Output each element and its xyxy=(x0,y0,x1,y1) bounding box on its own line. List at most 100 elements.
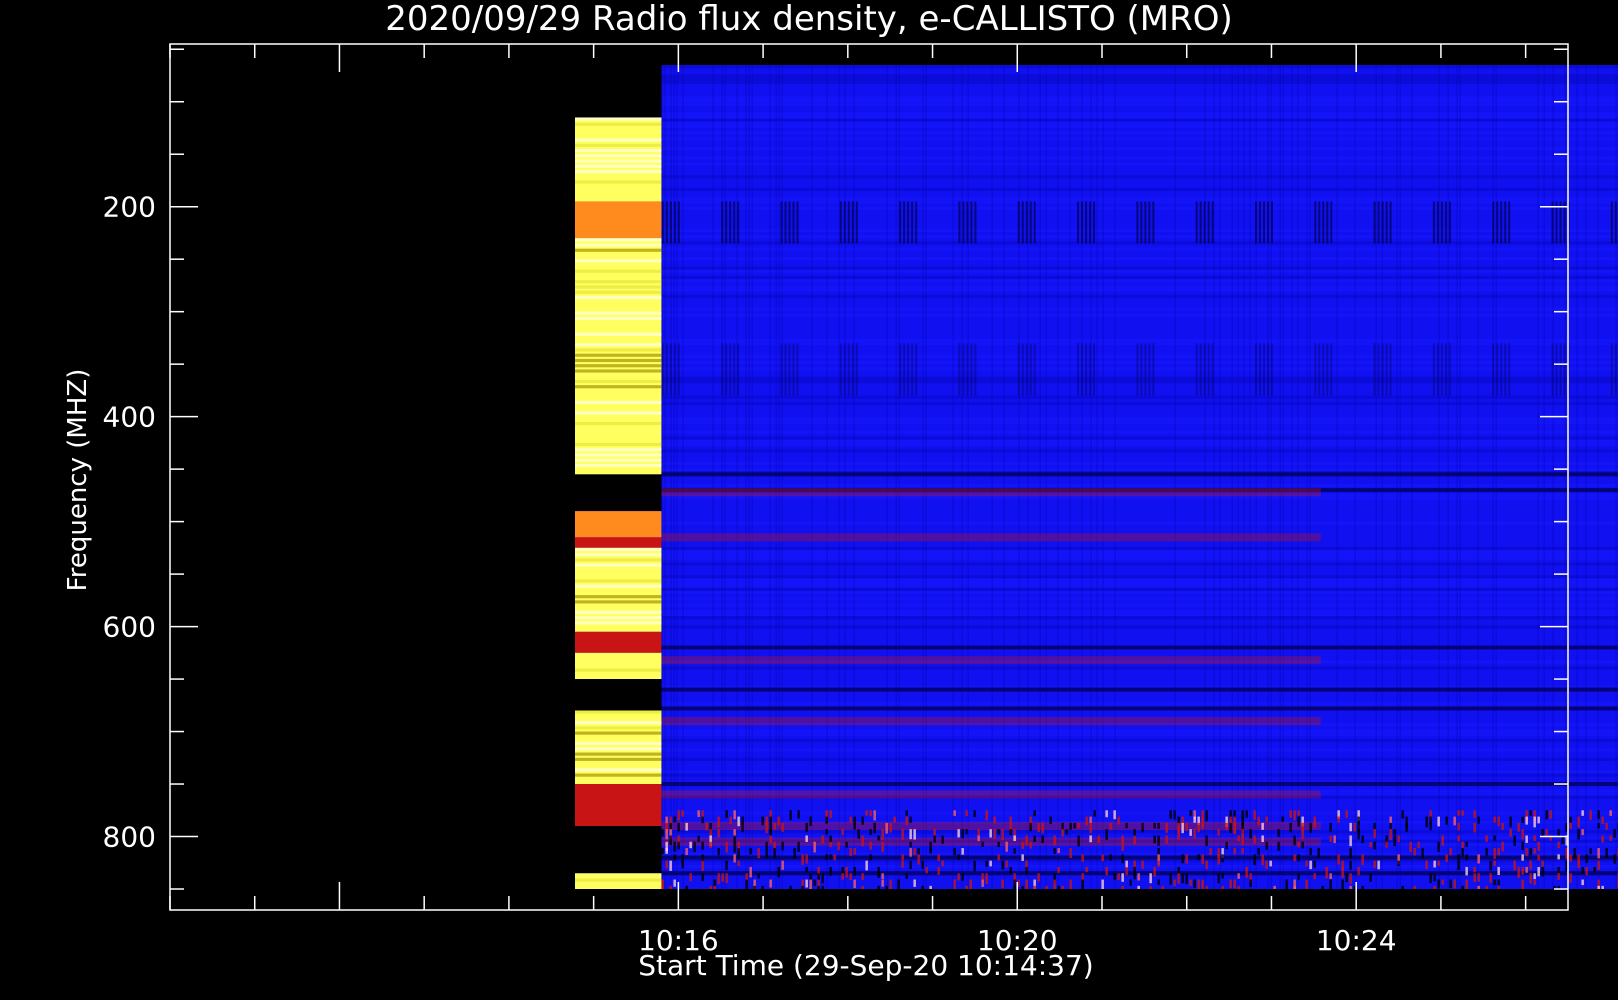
striation-band xyxy=(661,175,1618,179)
burst-speckle xyxy=(1557,866,1560,873)
burst-speckle xyxy=(805,879,808,888)
burst-speckle xyxy=(897,879,900,889)
burst-speckle xyxy=(905,810,908,816)
burst-speckle xyxy=(1425,816,1428,828)
burst-speckle xyxy=(1277,841,1280,851)
noise-column xyxy=(1495,64,1497,890)
calibration-stripe xyxy=(574,248,662,252)
burst-speckle xyxy=(1097,835,1100,843)
burst-speckle xyxy=(909,829,912,840)
burst-speckle xyxy=(1157,879,1160,885)
calibration-stripe xyxy=(574,259,662,263)
burst-speckle xyxy=(1257,816,1260,826)
burst-speckle xyxy=(1177,873,1180,884)
striation-band xyxy=(661,549,1618,554)
calibration-stripe xyxy=(574,290,662,294)
striation-band xyxy=(661,279,1618,283)
striation-band xyxy=(661,732,1618,736)
burst-speckle xyxy=(1081,854,1084,862)
noise-column xyxy=(1249,64,1251,890)
burst-speckle xyxy=(889,879,892,886)
burst-speckle xyxy=(1497,848,1500,856)
burst-speckle xyxy=(1093,810,1096,817)
burst-speckle xyxy=(1001,860,1004,870)
burst-speckle xyxy=(1613,854,1616,864)
periodic-feature xyxy=(1373,201,1376,244)
periodic-feature xyxy=(1508,343,1511,396)
burst-speckle xyxy=(865,810,868,816)
burst-speckle xyxy=(1601,816,1604,824)
noise-column xyxy=(1270,64,1272,890)
noise-column xyxy=(1003,64,1005,890)
striation-band xyxy=(661,294,1618,299)
burst-speckle xyxy=(1077,835,1080,847)
calibration-stripe xyxy=(574,148,662,153)
periodic-feature xyxy=(669,343,672,396)
burst-speckle xyxy=(1265,816,1268,822)
burst-speckle xyxy=(1177,866,1180,875)
striation-band xyxy=(661,121,1618,125)
burst-speckle xyxy=(1325,873,1328,879)
calibration-stripe xyxy=(574,448,662,452)
striation-band xyxy=(661,556,1618,560)
burst-speckle xyxy=(1069,879,1072,890)
burst-speckle xyxy=(993,816,996,824)
burst-speckle xyxy=(1125,866,1128,876)
burst-speckle xyxy=(1149,873,1152,884)
periodic-feature xyxy=(1330,201,1333,244)
burst-speckle xyxy=(1121,841,1124,851)
calibration-stripe xyxy=(574,421,662,426)
burst-speckle xyxy=(1033,835,1036,843)
burst-speckle xyxy=(733,835,736,842)
burst-speckle xyxy=(1429,873,1432,883)
burst-speckle xyxy=(1117,873,1120,881)
y-axis-label: Frequency (MHZ) xyxy=(63,369,93,592)
periodic-feature xyxy=(1500,343,1503,396)
burst-speckle xyxy=(1229,816,1232,824)
burst-speckle xyxy=(1217,854,1220,865)
burst-speckle xyxy=(1169,810,1172,819)
burst-speckle xyxy=(829,866,832,876)
burst-speckle xyxy=(1521,879,1524,890)
burst-speckle xyxy=(1085,866,1088,873)
burst-speckle xyxy=(1153,866,1156,877)
burst-speckle xyxy=(853,822,856,830)
calibration-stripe xyxy=(574,117,662,121)
periodic-feature xyxy=(796,201,799,244)
burst-speckle xyxy=(661,848,664,855)
striation-band xyxy=(661,241,1618,245)
noise-column xyxy=(1492,64,1494,890)
dark-band xyxy=(661,855,1618,860)
burst-speckle xyxy=(1165,835,1168,844)
burst-speckle xyxy=(1173,810,1176,820)
x-axis-label: Start Time (29-Sep-20 10:14:37) xyxy=(638,949,1093,982)
periodic-feature xyxy=(1077,201,1080,244)
periodic-feature xyxy=(1563,201,1566,244)
burst-speckle xyxy=(1369,841,1372,848)
calibration-stripe xyxy=(574,238,662,242)
burst-speckle xyxy=(805,822,808,832)
periodic-feature xyxy=(1448,343,1451,396)
striation-band xyxy=(661,401,1618,406)
burst-speckle xyxy=(769,835,772,844)
calibration-stripe xyxy=(574,547,662,552)
burst-speckle xyxy=(1057,866,1060,873)
noise-column xyxy=(811,64,813,890)
burst-speckle xyxy=(1581,829,1584,836)
burst-speckle xyxy=(1081,879,1084,887)
periodic-feature xyxy=(725,343,728,396)
burst-speckle xyxy=(1229,822,1232,834)
striation-band xyxy=(661,584,1618,588)
burst-speckle xyxy=(1433,873,1436,882)
burst-speckle xyxy=(881,873,884,880)
calibration-stripe xyxy=(574,138,662,142)
burst-speckle xyxy=(1437,879,1440,889)
striation-band xyxy=(661,338,1618,343)
periodic-feature xyxy=(1555,201,1558,244)
noise-column xyxy=(724,64,726,890)
burst-speckle xyxy=(1001,829,1004,841)
burst-speckle xyxy=(1585,866,1588,876)
periodic-feature xyxy=(1504,343,1507,396)
periodic-feature xyxy=(1270,201,1273,244)
burst-speckle xyxy=(997,829,1000,835)
